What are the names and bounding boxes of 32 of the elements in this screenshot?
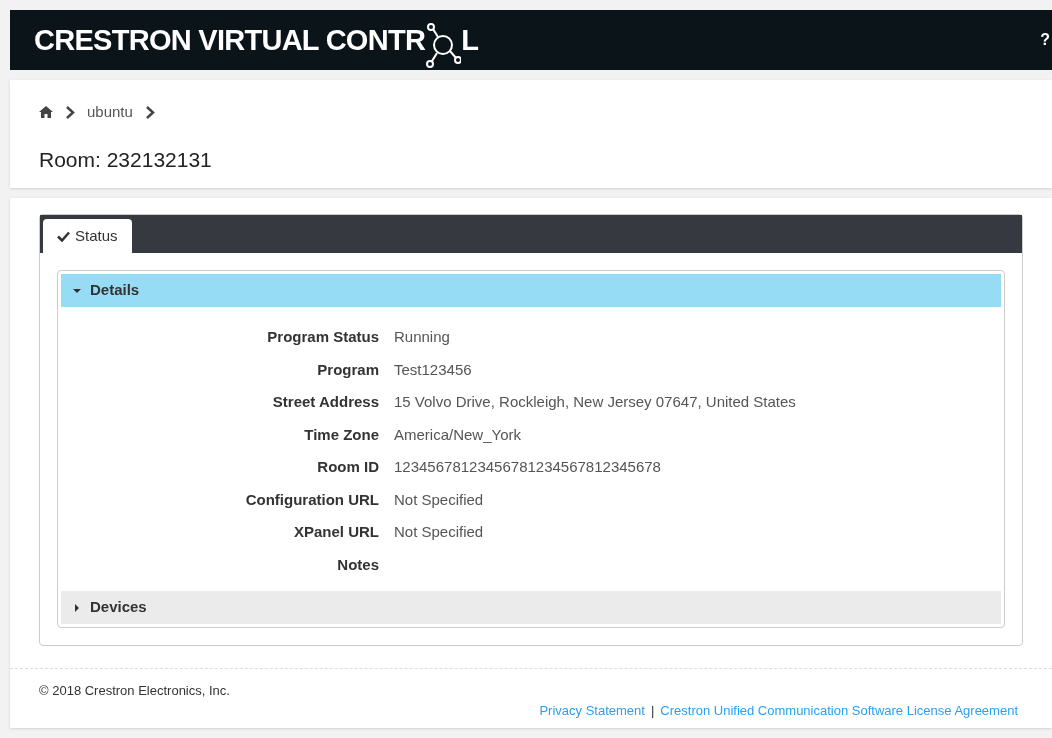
section-header[interactable]: Details [61, 274, 1001, 307]
logo-text: L [461, 25, 479, 55]
link-separator: | [650, 701, 655, 720]
field-label: Notes [336, 554, 379, 575]
caret-right-icon [73, 603, 81, 612]
chevron-right-icon [144, 105, 155, 119]
field-label: Program Status [266, 327, 379, 347]
field-label: Time Zone [303, 424, 379, 445]
logo-text: CRESTRON VIRTUAL CONTR [34, 25, 426, 55]
section-header[interactable]: Devices [61, 591, 1001, 624]
field-value: Not Specified [394, 489, 484, 510]
page-title: Room: 232132131 [39, 147, 213, 173]
caret-down-icon [73, 286, 81, 295]
network-node-icon [425, 23, 462, 69]
field-value: America/New_York [394, 424, 521, 445]
breadcrumb-link[interactable]: ubuntu [87, 100, 133, 124]
field-value: 15 Volvo Drive, Rockleigh, New Jersey 07647, United States [394, 392, 796, 412]
copyright-text: © 2018 Crestron Electronics, Inc. [39, 682, 231, 700]
chevron-right-icon [65, 105, 75, 119]
field-label: Program [316, 359, 379, 380]
field-label: Street Address [271, 392, 379, 412]
checkmark-icon [57, 230, 70, 242]
field-label: Configuration URL [244, 489, 379, 510]
field-label: Room ID [316, 457, 379, 477]
home-icon[interactable] [39, 106, 53, 118]
tab[interactable]: Status [43, 219, 132, 253]
field-value: 12345678123456781234567812345678 [394, 457, 661, 477]
help-button[interactable]: ? [1040, 28, 1050, 52]
field-value: Test123456 [394, 359, 472, 380]
field-value: Not Specified [394, 522, 484, 542]
field-label: XPanel URL [292, 522, 379, 542]
field-value: Running [394, 327, 450, 347]
